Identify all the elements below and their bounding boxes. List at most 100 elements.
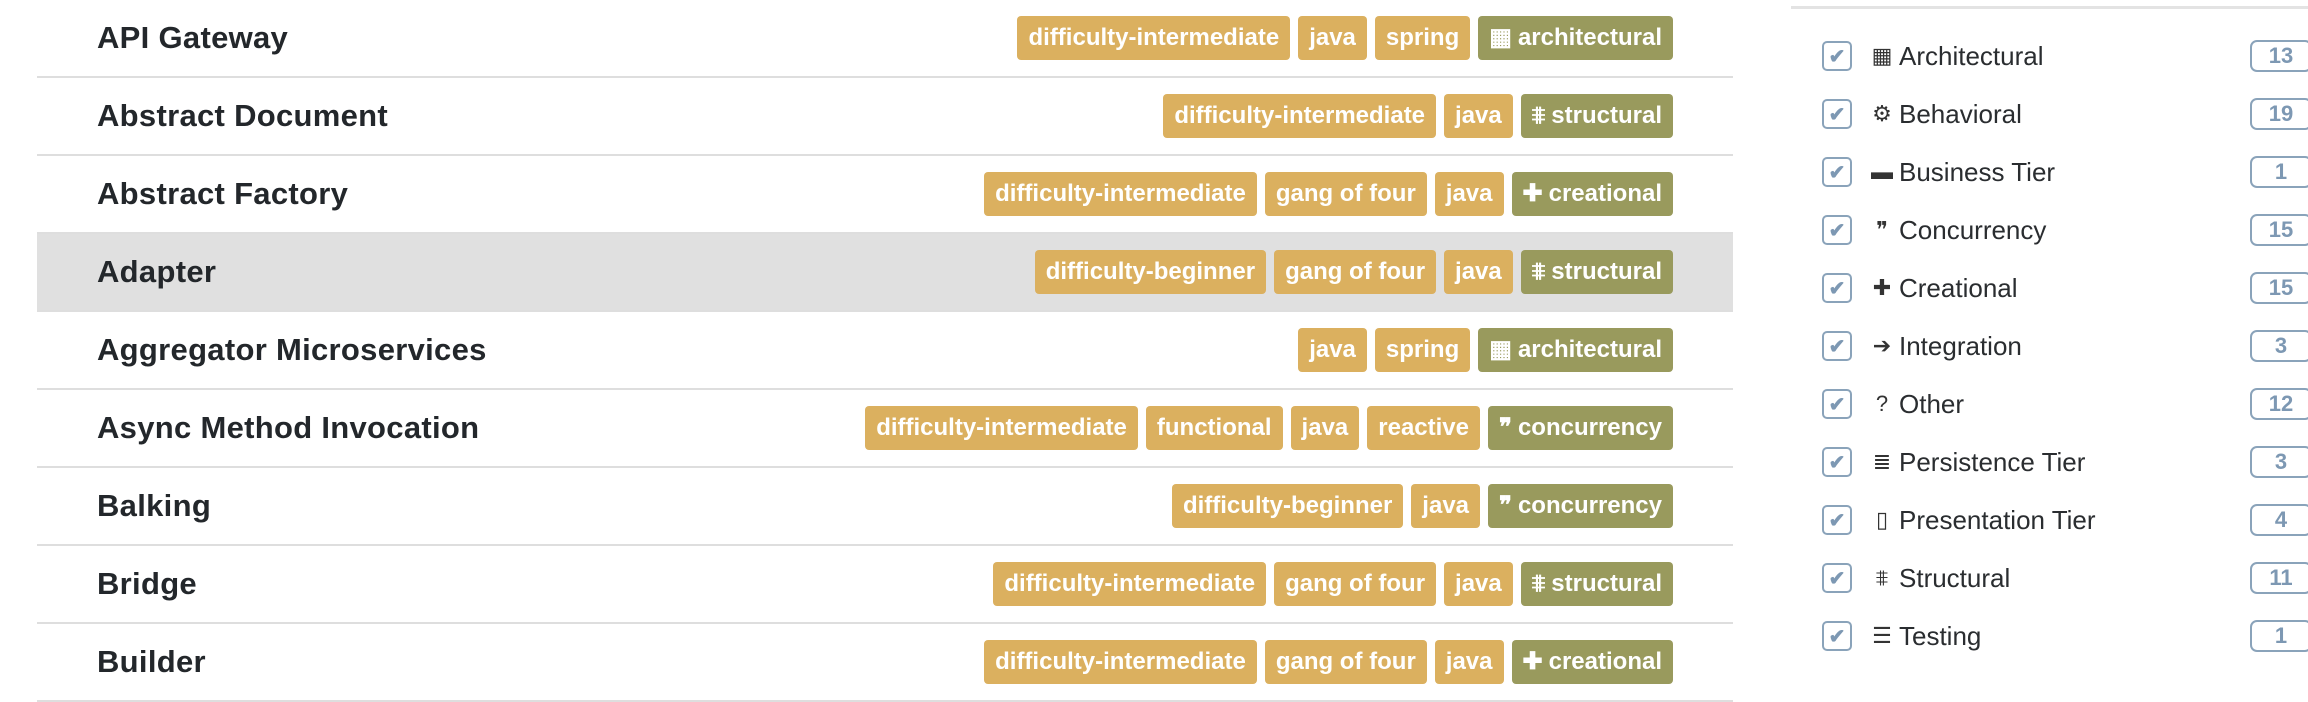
tag-difficulty-intermediate[interactable]: difficulty-intermediate <box>1163 94 1437 138</box>
tag-gang-of-four[interactable]: gang of four <box>1274 250 1437 294</box>
filter-label: Creational <box>1899 272 2018 303</box>
pattern-row[interactable]: Aggregator Microservices java spring ▦ archi… <box>37 312 1733 390</box>
filter-label: Presentation Tier <box>1899 504 2096 535</box>
database-icon: ≣ <box>1872 449 1892 474</box>
checkbox[interactable]: ✔ <box>1822 273 1852 303</box>
pattern-row[interactable]: API Gateway difficulty-intermediate java sp… <box>37 0 1733 78</box>
pattern-title[interactable]: Adapter <box>97 254 216 290</box>
pattern-row[interactable]: Async Method Invocation difficulty-interm… <box>37 390 1733 468</box>
pattern-row[interactable]: Bridge difficulty-intermediate gang of fou… <box>37 546 1733 624</box>
pattern-title[interactable]: Async Method Invocation <box>97 410 479 446</box>
checkbox[interactable]: ✔ <box>1822 621 1852 651</box>
checkbox[interactable]: ✔ <box>1822 389 1852 419</box>
plus-icon: ✚ <box>1522 648 1543 675</box>
count-badge: 1 <box>2250 620 2308 652</box>
tag-java[interactable]: java <box>1434 640 1504 684</box>
filter-item-structural[interactable]: ✔ ⩨ Structural 11 <box>1822 558 2308 598</box>
list-icon: ☰ <box>1872 623 1892 648</box>
building-icon: ▦ <box>1489 336 1512 363</box>
category-tag[interactable]: ⩨ structural <box>1520 250 1673 294</box>
filter-item-testing[interactable]: ✔ ☰ Testing 1 <box>1822 616 2308 656</box>
category-tag-label: concurrency <box>1517 492 1662 519</box>
pattern-title[interactable]: Aggregator Microservices <box>97 332 487 368</box>
tag-spring[interactable]: spring <box>1374 16 1471 60</box>
pattern-row[interactable]: Adapter difficulty-beginner gang of four ja… <box>37 234 1733 312</box>
filter-item-presentation-tier[interactable]: ✔ ▯ Presentation Tier 4 <box>1822 500 2308 540</box>
tag-gang-of-four[interactable]: gang of four <box>1274 562 1437 606</box>
filter-item-behavioral[interactable]: ✔ ⚙ Behavioral 19 <box>1822 94 2308 134</box>
tag-functional[interactable]: functional <box>1145 406 1283 450</box>
tag-java[interactable]: java <box>1298 328 1367 372</box>
count-badge: 13 <box>2250 40 2308 72</box>
tag-difficulty-beginner[interactable]: difficulty-beginner <box>1171 484 1404 528</box>
filter-item-other[interactable]: ✔? Other 12 <box>1822 384 2308 424</box>
tag-group: java spring ▦ architectural <box>1298 328 1673 372</box>
building-icon: ▦ <box>1489 24 1512 51</box>
checkbox[interactable]: ✔ <box>1822 447 1852 477</box>
tag-spring[interactable]: spring <box>1374 328 1471 372</box>
bank-icon: ⩨ <box>1531 102 1546 129</box>
checkbox[interactable]: ✔ <box>1822 505 1852 535</box>
category-tag[interactable]: ▦ architectural <box>1478 328 1673 372</box>
category-tag[interactable]: ❞ concurrency <box>1488 484 1673 528</box>
pattern-title[interactable]: Bridge <box>97 566 197 602</box>
filter-item-creational[interactable]: ✔ ✚ Creational 15 <box>1822 268 2308 308</box>
tag-gang-of-four[interactable]: gang of four <box>1264 172 1427 216</box>
count-badge: 15 <box>2250 272 2308 304</box>
tag-java[interactable]: java <box>1444 94 1513 138</box>
bank-icon: ⩨ <box>1531 258 1546 285</box>
pattern-title[interactable]: Abstract Factory <box>97 176 348 212</box>
tag-java[interactable]: java <box>1444 562 1513 606</box>
tag-java[interactable]: java <box>1444 250 1513 294</box>
category-tag[interactable]: ⩨ structural <box>1520 94 1673 138</box>
count-badge: 3 <box>2250 330 2308 362</box>
pattern-title[interactable]: Abstract Document <box>97 98 388 134</box>
tag-gang-of-four[interactable]: gang of four <box>1264 640 1427 684</box>
pattern-title[interactable]: Balking <box>97 488 211 524</box>
checkbox[interactable]: ✔ <box>1822 99 1852 129</box>
category-tag[interactable]: ▦ architectural <box>1478 16 1673 60</box>
tag-difficulty-intermediate[interactable]: difficulty-intermediate <box>1017 16 1291 60</box>
tag-java[interactable]: java <box>1411 484 1481 528</box>
category-tag[interactable]: ✚ creational <box>1511 172 1673 216</box>
checkbox[interactable]: ✔ <box>1822 41 1852 71</box>
filter-label: Behavioral <box>1899 98 2022 129</box>
comments-icon: ❞ <box>1876 217 1888 242</box>
tag-difficulty-intermediate[interactable]: difficulty-intermediate <box>984 640 1257 684</box>
checkbox[interactable]: ✔ <box>1822 563 1852 593</box>
category-tag[interactable]: ⩨ structural <box>1520 562 1673 606</box>
filter-item-concurrency[interactable]: ✔ ❞ Concurrency 15 <box>1822 210 2308 250</box>
tag-group: difficulty-intermediate java ⩨ structural <box>1163 94 1673 138</box>
count-badge: 12 <box>2250 388 2308 420</box>
category-tag-label: architectural <box>1517 336 1662 363</box>
tag-java[interactable]: java <box>1298 16 1367 60</box>
filter-item-integration[interactable]: ✔ ➔ Integration 3 <box>1822 326 2308 366</box>
pattern-title[interactable]: Builder <box>97 644 206 680</box>
category-tag[interactable]: ❞ concurrency <box>1488 406 1673 450</box>
sign-in-icon: ➔ <box>1872 333 1892 358</box>
count-badge: 1 <box>2250 156 2308 188</box>
filter-label: Persistence Tier <box>1899 446 2086 477</box>
tag-reactive[interactable]: reactive <box>1367 406 1481 450</box>
category-tag[interactable]: ✚ creational <box>1511 640 1673 684</box>
checkbox[interactable]: ✔ <box>1822 331 1852 361</box>
pattern-row[interactable]: Abstract Factory difficulty-intermediate g… <box>37 156 1733 234</box>
tag-difficulty-beginner[interactable]: difficulty-beginner <box>1034 250 1267 294</box>
tag-java[interactable]: java <box>1434 172 1504 216</box>
checkbox[interactable]: ✔ <box>1822 157 1852 187</box>
pattern-row[interactable]: Balking difficulty-beginner java ❞ concurren… <box>37 468 1733 546</box>
tag-difficulty-intermediate[interactable]: difficulty-intermediate <box>993 562 1267 606</box>
tag-java[interactable]: java <box>1290 406 1360 450</box>
pattern-row[interactable]: Builder difficulty-intermediate gang of fo… <box>37 624 1733 702</box>
tag-difficulty-intermediate[interactable]: difficulty-intermediate <box>865 406 1138 450</box>
pattern-title[interactable]: API Gateway <box>97 20 288 56</box>
tag-difficulty-intermediate[interactable]: difficulty-intermediate <box>984 172 1257 216</box>
category-tag-label: creational <box>1548 648 1662 675</box>
question-icon: ? <box>1875 391 1889 416</box>
pattern-row[interactable]: Abstract Document difficulty-intermediate… <box>37 78 1733 156</box>
filter-item-persistence-tier[interactable]: ✔ ≣ Persistence Tier 3 <box>1822 442 2308 482</box>
filter-item-architectural[interactable]: ✔ ▦ Architectural 13 <box>1822 36 2308 76</box>
filter-item-business-tier[interactable]: ✔ ▬ Business Tier 1 <box>1822 152 2308 192</box>
count-badge: 3 <box>2250 446 2308 478</box>
checkbox[interactable]: ✔ <box>1822 215 1852 245</box>
